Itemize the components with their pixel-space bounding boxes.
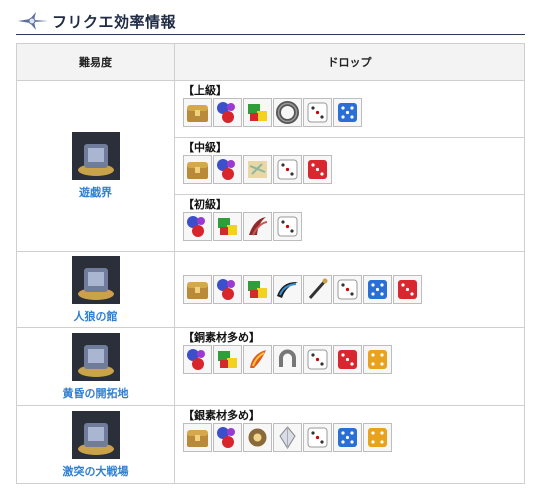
red-die-icon[interactable]: [303, 155, 332, 184]
area-link[interactable]: 黄昏の開拓地: [63, 385, 129, 401]
drop-icon-list: [183, 98, 518, 127]
blue-die-icon[interactable]: [333, 423, 362, 452]
gold-die-icon[interactable]: [363, 423, 392, 452]
shuriken-icon: [18, 12, 48, 30]
area-thumbnail-icon: [71, 410, 120, 459]
drop-icon-list: [183, 275, 518, 304]
drop-cell: [174, 251, 525, 328]
white-die-icon[interactable]: [273, 212, 302, 241]
tier-label: 【上級】: [183, 84, 227, 97]
black-fang-icon[interactable]: [273, 275, 302, 304]
red-die-icon[interactable]: [393, 275, 422, 304]
flame-feather-icon[interactable]: [243, 345, 272, 374]
page-title: フリクエ効率情報: [52, 12, 177, 31]
area-link[interactable]: 激突の大戦場: [63, 463, 129, 479]
white-die-icon[interactable]: [303, 345, 332, 374]
red-die-icon[interactable]: [333, 345, 362, 374]
table-row: 黄昏の開拓地 【銅素材多め】: [16, 327, 525, 406]
map-scroll-icon[interactable]: [243, 155, 272, 184]
tier-label: 【中級】: [183, 141, 227, 154]
green-block-icon[interactable]: [243, 275, 272, 304]
horseshoe-icon[interactable]: [273, 345, 302, 374]
area-thumbnail-icon: [71, 255, 120, 304]
blue-die-icon[interactable]: [363, 275, 392, 304]
column-header-area: 難易度: [16, 43, 175, 81]
bronze-orb-icon[interactable]: [243, 423, 272, 452]
treasure-chest-icon[interactable]: [183, 275, 212, 304]
gem-cluster-icon[interactable]: [213, 98, 242, 127]
gem-cluster-icon[interactable]: [183, 345, 212, 374]
area-link[interactable]: 遊戯界: [79, 184, 112, 200]
drop-cell: 【初級】: [174, 194, 525, 252]
treasure-chest-icon[interactable]: [183, 155, 212, 184]
drop-cell: 【上級】: [174, 80, 525, 138]
gem-cluster-icon[interactable]: [213, 155, 242, 184]
tier-label: 【銅素材多め】: [183, 331, 260, 344]
gem-cluster-icon[interactable]: [213, 423, 242, 452]
table-row: 人狼の館: [16, 251, 525, 328]
iron-ring-icon[interactable]: [273, 98, 302, 127]
green-block-icon[interactable]: [213, 212, 242, 241]
green-block-icon[interactable]: [243, 98, 272, 127]
blue-die-icon[interactable]: [333, 98, 362, 127]
tier-label: 【銀素材多め】: [183, 409, 260, 422]
area-link[interactable]: 人狼の館: [74, 308, 118, 324]
area-cell: 黄昏の開拓地: [16, 327, 175, 406]
treasure-chest-icon[interactable]: [183, 98, 212, 127]
treasure-chest-icon[interactable]: [183, 423, 212, 452]
drop-icon-list: [183, 345, 518, 374]
drop-cell: 【銀素材多め】: [174, 405, 525, 484]
white-die-icon[interactable]: [303, 423, 332, 452]
wand-icon[interactable]: [303, 275, 332, 304]
area-thumbnail-icon: [71, 332, 120, 381]
white-die-icon[interactable]: [303, 98, 332, 127]
drop-table: 難易度 ドロップ 遊戯界 【上級】【中級】【初級】人狼の館黄昏の開拓地 【銅素材多め…: [16, 43, 525, 484]
gold-die-icon[interactable]: [363, 345, 392, 374]
table-row: 遊戯界 【上級】: [16, 80, 525, 252]
green-block-icon[interactable]: [213, 345, 242, 374]
area-cell: 激突の大戦場: [16, 405, 175, 484]
table-row: 激突の大戦場 【銀素材多め】: [16, 405, 525, 484]
crystal-icon[interactable]: [273, 423, 302, 452]
area-cell: 人狼の館: [16, 251, 175, 328]
tier-label: 【初級】: [183, 198, 227, 211]
drop-icon-list: [183, 212, 518, 241]
area-thumbnail-icon: [71, 132, 120, 180]
gem-cluster-icon[interactable]: [183, 212, 212, 241]
section-header: フリクエ効率情報: [16, 8, 525, 35]
red-claw-icon[interactable]: [243, 212, 272, 241]
white-die-icon[interactable]: [333, 275, 362, 304]
area-cell: 遊戯界: [16, 80, 175, 252]
drop-icon-list: [183, 423, 518, 452]
white-die-icon[interactable]: [273, 155, 302, 184]
drop-cell: 【銅素材多め】: [174, 327, 525, 406]
column-header-drop: ドロップ: [174, 43, 525, 81]
drop-icon-list: [183, 155, 518, 184]
gem-cluster-icon[interactable]: [213, 275, 242, 304]
drop-cell: 【中級】: [174, 137, 525, 195]
